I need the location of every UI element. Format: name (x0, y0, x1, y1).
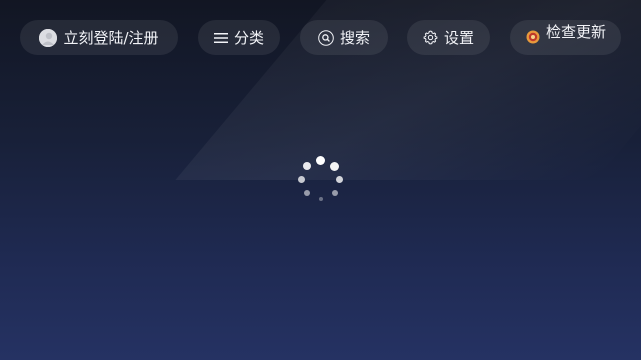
magnifier-icon (318, 29, 334, 46)
spinner-dot (319, 197, 323, 201)
gear-icon (423, 30, 438, 45)
spinner-dot (298, 176, 305, 183)
spinner-dot (332, 190, 338, 196)
loading-spinner (298, 156, 344, 202)
spinner-dot (304, 190, 310, 196)
login-register-label: 立刻登陆/注册 (63, 28, 159, 47)
update-badge-icon (526, 30, 540, 44)
login-register-button[interactable]: 立刻登陆/注册 (20, 20, 178, 55)
category-button[interactable]: 分类 (198, 20, 280, 55)
spinner-dot (336, 176, 343, 183)
settings-label: 设置 (443, 28, 474, 47)
check-update-label: 检查更新 (546, 23, 607, 41)
top-navigation-bar: 立刻登陆/注册 分类 搜索 设置 检查更新 (0, 0, 641, 76)
search-button[interactable]: 搜索 (300, 20, 388, 55)
check-update-button[interactable]: 检查更新 (510, 20, 621, 55)
spinner-dot (330, 162, 339, 171)
category-label: 分类 (233, 28, 264, 47)
search-label: 搜索 (339, 28, 370, 47)
spinner-dot (316, 156, 325, 165)
spinner-dot (303, 162, 311, 170)
hamburger-menu-icon (213, 32, 228, 44)
app-screen: 立刻登陆/注册 分类 搜索 设置 检查更新 (0, 0, 641, 360)
user-avatar-icon (39, 28, 58, 47)
settings-button[interactable]: 设置 (407, 20, 490, 55)
